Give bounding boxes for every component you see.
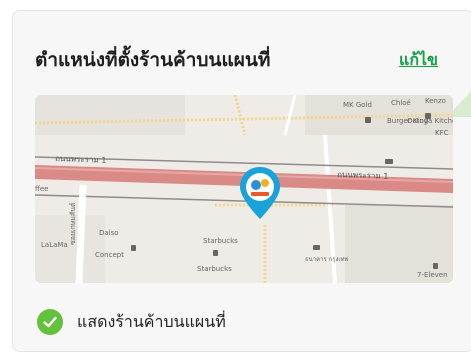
poi-label: Daiso <box>99 229 119 237</box>
show-on-map-label: แสดงร้านค้าบนแผนที่ <box>77 312 226 331</box>
check-icon <box>37 309 63 335</box>
poi-label: MK Gold <box>343 101 372 109</box>
edit-link[interactable]: แก้ไข <box>399 49 438 71</box>
store-icon <box>433 263 438 269</box>
shop-icon <box>365 117 371 123</box>
store-location-card: ตำแหน่งที่ตั้งร้านค้าบนแผนที่ แก้ไข ถนนพ… <box>12 10 471 352</box>
road-label: ถนนพระราม 1 <box>55 154 107 165</box>
shop-icon <box>425 113 431 119</box>
poi-label: ธนาคาร กรุงเทพ <box>305 256 348 263</box>
poi-label: Chloé <box>391 99 411 107</box>
store-location-pin[interactable] <box>238 165 282 221</box>
poi-label: KFC <box>435 129 449 137</box>
store-logo-icon <box>251 180 261 190</box>
poi-label: ffee <box>35 185 48 193</box>
road-label: ถนนพระราม 1 <box>337 170 389 181</box>
poi-label: Starbucks <box>203 237 238 245</box>
taxi-icon <box>385 159 393 164</box>
show-on-map-toggle[interactable]: แสดงร้านค้าบนแผนที่ <box>37 307 226 337</box>
store-map[interactable]: ถนนพระราม 1 ถนนพระราม 1 ซอยเกษมสันต์ MK … <box>35 95 453 283</box>
building-block <box>35 95 185 135</box>
card-title: ตำแหน่งที่ตั้งร้านค้าบนแผนที่ <box>35 49 271 71</box>
bank-icon <box>313 245 320 250</box>
cafe-icon <box>213 250 218 256</box>
shop-icon <box>131 245 136 251</box>
poi-label: Starbucks <box>197 265 232 273</box>
poi-label: Concept <box>95 251 124 259</box>
poi-label: LaLaMa <box>41 241 68 249</box>
street-label: ซอยเกษมสันต์ <box>69 202 77 245</box>
poi-label: 7-Eleven <box>417 271 448 279</box>
poi-label: Kenzo <box>425 97 446 105</box>
